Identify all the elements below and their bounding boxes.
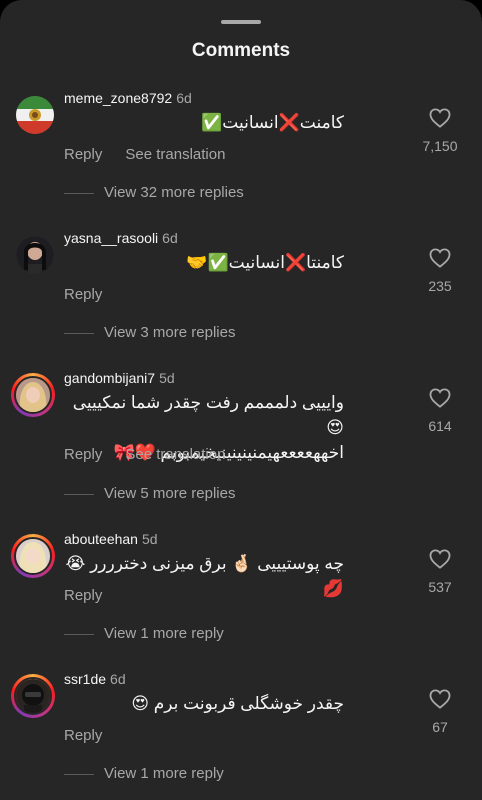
heart-outline-icon[interactable] [429,388,451,408]
replies-divider [64,332,94,334]
heart-outline-icon[interactable] [429,549,451,569]
view-replies-button[interactable]: View 32 more replies [64,184,244,201]
replies-divider [64,192,94,194]
comment-actions: Reply [64,587,125,604]
timestamp: 6d [162,230,178,246]
view-replies-label: View 32 more replies [104,184,244,201]
reply-button[interactable]: Reply [64,727,102,744]
comment-header: yasna__rasooli 6d [64,230,178,246]
like-count: 235 [428,278,452,294]
comment-text-line: کامنت❌انسانیت✅ [201,113,344,132]
reply-button[interactable]: Reply [64,286,102,303]
comment-text: چقدر خوشگلی قربونت برم 😍 [64,691,344,716]
view-replies-button[interactable]: View 5 more replies [64,485,235,502]
timestamp: 6d [110,671,126,687]
avatar[interactable] [16,236,54,274]
comment-text-line: وایییی دلمممم رفت چقدر شما نمکیییی 😍 [72,393,344,437]
comment-text: کامنت❌انسانیت✅ [64,110,344,135]
comment-header: gandombijani7 5d [64,370,175,386]
see-translation-button[interactable]: See translation [125,446,225,463]
timestamp: 5d [159,370,175,386]
comments-sheet: Comments meme_zone8792 6d کامنت❌انسانیت✅ … [0,0,482,800]
like-control: 7,150 [420,108,460,154]
username[interactable]: gandombijani7 [64,370,155,386]
see-translation-button[interactable]: See translation [125,146,225,163]
view-replies-label: View 5 more replies [104,485,236,502]
comment-actions: Reply [64,727,125,744]
comment-text-line: چقدر خوشگلی قربونت برم 😍 [131,694,344,713]
view-replies-button[interactable]: View 3 more replies [64,324,235,341]
sheet-title: Comments [191,40,291,61]
like-count: 7,150 [422,138,458,154]
like-count: 67 [432,719,448,735]
heart-outline-icon[interactable] [429,689,451,709]
view-replies-label: View 1 more reply [104,625,224,642]
blonde-avatar-image [16,378,50,412]
username[interactable]: meme_zone8792 [64,90,172,106]
reply-button[interactable]: Reply [64,446,102,463]
avatar-with-story-ring[interactable] [11,534,55,578]
view-replies-label: View 1 more reply [104,765,224,782]
timestamp: 6d [176,90,192,106]
replies-divider [64,493,94,495]
flag-avatar-image [16,96,54,134]
view-replies-label: View 3 more replies [104,324,236,341]
like-control: 614 [420,388,460,434]
username[interactable]: ssr1de [64,671,106,687]
reply-button[interactable]: Reply [64,587,102,604]
like-count: 537 [428,579,452,595]
portrait-avatar-image [16,236,54,274]
username[interactable]: yasna__rasooli [64,230,158,246]
comment-text: کامنتا❌انسانیت✅🤝 [64,250,344,275]
comment-actions: Reply See translation [64,146,248,163]
comment-actions: Reply [64,286,125,303]
replies-divider [64,773,94,775]
comment-text-line: کامنتا❌انسانیت✅🤝 [186,253,344,272]
avatar-with-story-ring[interactable] [11,674,55,718]
username[interactable]: abouteehan [64,531,138,547]
heart-outline-icon[interactable] [429,108,451,128]
like-control: 537 [420,549,460,595]
heart-outline-icon[interactable] [429,248,451,268]
blonde-avatar-image [16,539,50,573]
like-control: 235 [420,248,460,294]
avatar-with-story-ring[interactable] [11,373,55,417]
reply-button[interactable]: Reply [64,146,102,163]
comment-actions: Reply See translation [64,446,248,463]
sheet-drag-handle[interactable] [221,20,261,24]
replies-divider [64,633,94,635]
like-control: 67 [420,689,460,735]
comment-header: meme_zone8792 6d [64,90,192,106]
timestamp: 5d [141,531,158,547]
helmet-avatar-image [16,679,50,713]
view-replies-button[interactable]: View 1 more reply [64,625,224,642]
like-count: 614 [428,418,452,434]
avatar[interactable] [16,96,54,134]
view-replies-button[interactable]: View 1 more reply [64,765,224,782]
comment-header: ssr1de 6d [64,671,126,687]
comment-header: abouteehan 5d [64,531,158,547]
